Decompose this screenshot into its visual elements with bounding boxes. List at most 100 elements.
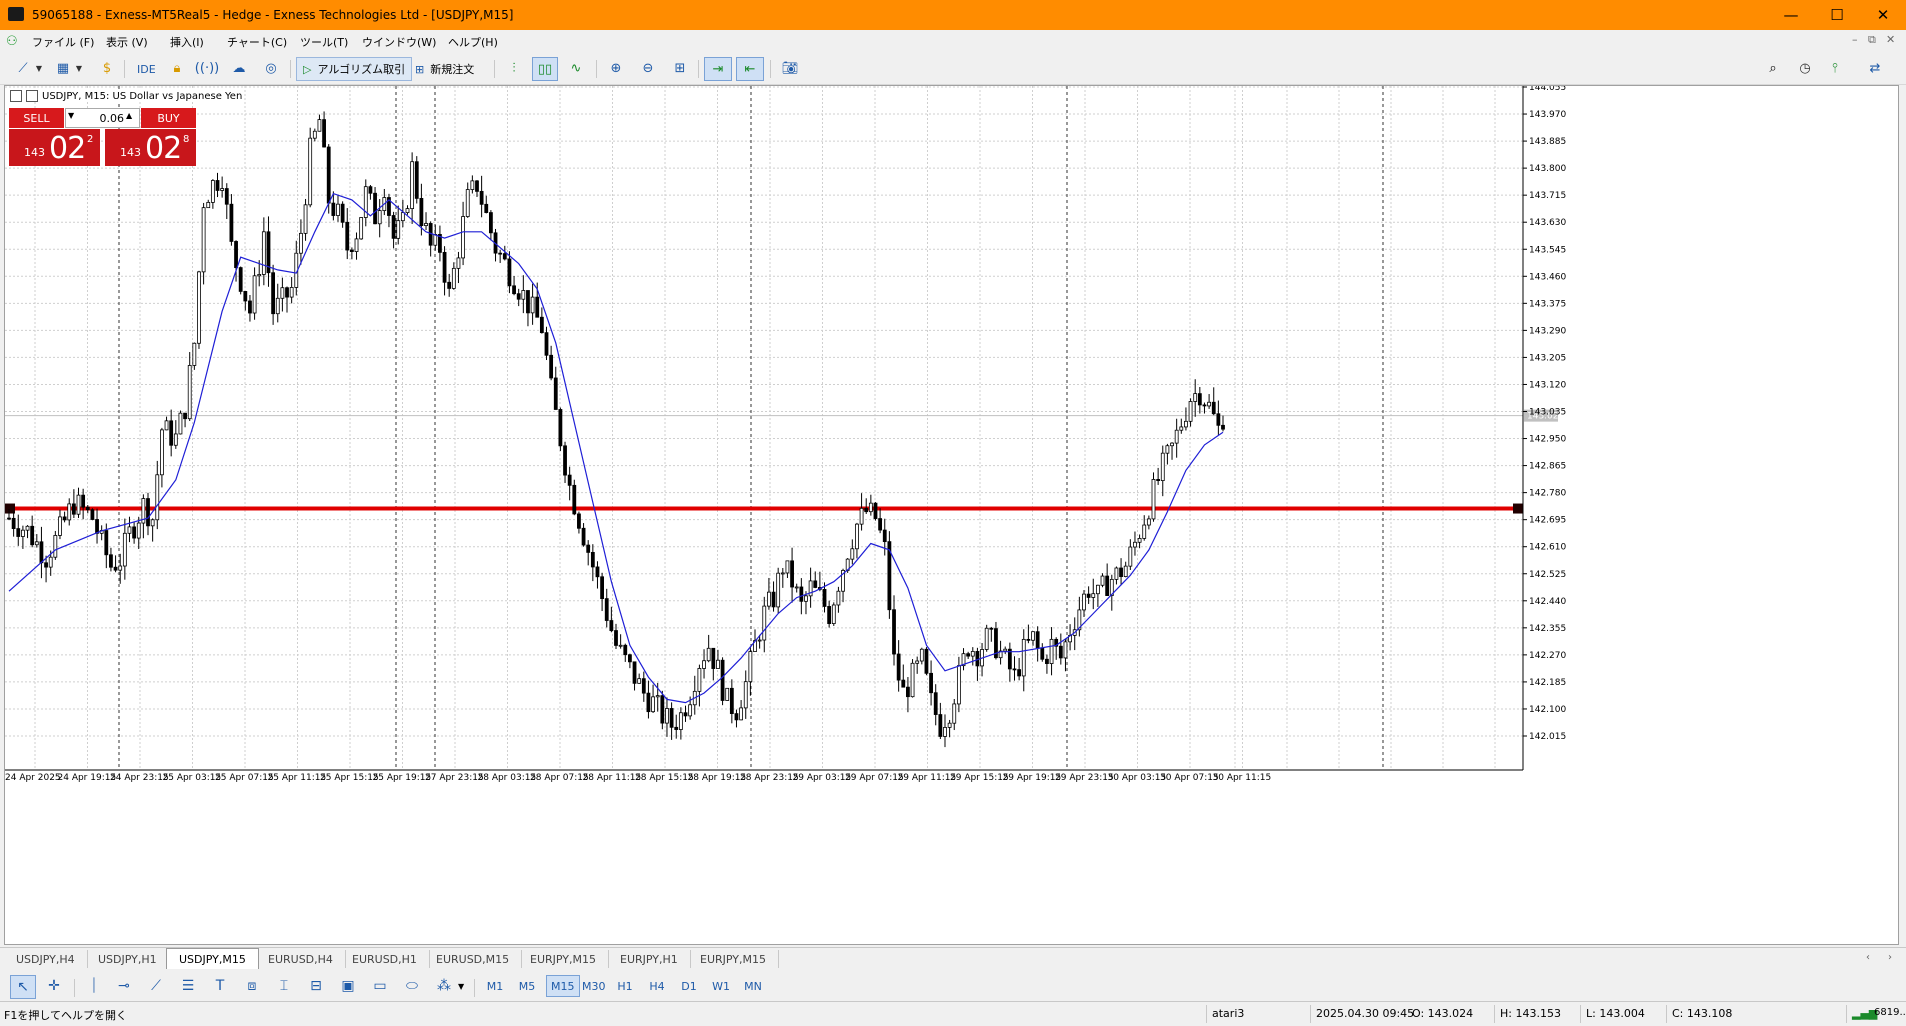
- candle-body: [498, 252, 503, 255]
- maximize-button[interactable]: ☐: [1814, 0, 1860, 30]
- chart-object-icon[interactable]: ▣: [336, 975, 360, 997]
- trendline-icon[interactable]: ⟋: [144, 975, 168, 997]
- mdi-minimize-button[interactable]: –: [1852, 33, 1858, 46]
- ide-button[interactable]: IDE: [130, 57, 163, 81]
- tab-eurusd-m15[interactable]: EURUSD,M15: [424, 950, 523, 968]
- timeframe-h1[interactable]: H1: [612, 975, 638, 997]
- menu-help[interactable]: ヘルプ(H): [448, 34, 498, 50]
- mdi-close-button[interactable]: ✕: [1886, 33, 1895, 46]
- chart-shift-icon[interactable]: ⇤: [736, 57, 764, 81]
- tab-eurjpy-h1[interactable]: EURJPY,H1: [608, 950, 691, 968]
- menu-tools[interactable]: ツール(T): [300, 34, 348, 50]
- cloud-icon[interactable]: ☁: [228, 57, 250, 79]
- close-button[interactable]: ✕: [1860, 0, 1906, 30]
- tab-usdjpy-m15[interactable]: USDJPY,M15: [166, 948, 259, 970]
- minimize-button[interactable]: —: [1768, 0, 1814, 30]
- menu-chart[interactable]: チャート(C): [227, 34, 287, 50]
- buy-button[interactable]: BUY: [141, 108, 196, 128]
- tab-eurjpy-m15-2[interactable]: EURJPY,M15: [688, 950, 779, 968]
- market-icon[interactable]: $: [96, 57, 118, 79]
- time-tick-label: 28 Apr 07:15: [530, 773, 589, 783]
- timeframe-mn[interactable]: MN: [740, 975, 766, 997]
- bar-chart-icon[interactable]: ⫶: [502, 57, 526, 79]
- candle-body: [1086, 593, 1091, 598]
- candle-body: [827, 606, 832, 624]
- tab-eurusd-h4[interactable]: EURUSD,H4: [256, 950, 346, 968]
- ok-object-icon[interactable]: ▭: [368, 975, 392, 997]
- menu-file[interactable]: ファイル (F): [32, 34, 94, 50]
- globe-icon[interactable]: ◎: [260, 57, 282, 79]
- zoom-in-icon[interactable]: ⊕: [604, 57, 628, 79]
- lot-size-field[interactable]: ▼ 0.06 ▲: [65, 108, 140, 128]
- menu-insert[interactable]: 挿入(I): [170, 34, 204, 50]
- chart-type-icon[interactable]: ⟋: [12, 57, 34, 79]
- connection-status[interactable]: 6819...: [1874, 1007, 1906, 1018]
- zoom-out-icon[interactable]: ⊖: [636, 57, 660, 79]
- candle-body: [465, 189, 470, 217]
- tab-scroll-left-icon[interactable]: ‹: [1866, 952, 1870, 963]
- signals-icon[interactable]: ((·)): [195, 57, 219, 79]
- timeframe-d1[interactable]: D1: [676, 975, 702, 997]
- chart-props-icon[interactable]: [10, 90, 22, 102]
- timeframe-m5[interactable]: M5: [514, 975, 540, 997]
- screenshot-icon[interactable]: 📷︎: [778, 57, 802, 79]
- candle-body: [368, 186, 373, 194]
- signal-strength-icon[interactable]: ⫯: [1824, 57, 1846, 79]
- crosshair-icon[interactable]: ✛: [42, 975, 66, 997]
- vertical-line-icon[interactable]: ⏐: [82, 975, 106, 997]
- tab-eurusd-h1[interactable]: EURUSD,H1: [340, 950, 430, 968]
- tab-scroll-right-icon[interactable]: ›: [1888, 952, 1892, 963]
- timeframe-m1[interactable]: M1: [482, 975, 508, 997]
- timeframe-m30[interactable]: M30: [578, 975, 610, 997]
- templates-icon[interactable]: ▦: [52, 57, 74, 79]
- candle-body: [1179, 426, 1184, 431]
- menu-window[interactable]: ウインドウ(W): [362, 34, 436, 50]
- arrows-icon[interactable]: ⁂: [432, 975, 456, 997]
- candle-body: [1165, 445, 1170, 454]
- lot-increment-icon[interactable]: ▲: [126, 111, 132, 120]
- chevron-down-icon[interactable]: ▼: [34, 57, 44, 79]
- profile-name[interactable]: atari3: [1212, 1007, 1244, 1020]
- lock-icon[interactable]: 🔒︎: [166, 57, 188, 79]
- timeframe-w1[interactable]: W1: [708, 975, 734, 997]
- candle-body: [952, 703, 957, 724]
- sell-button[interactable]: SELL: [9, 108, 64, 128]
- text-label-icon[interactable]: ⌶: [272, 975, 296, 997]
- timeframe-h4[interactable]: H4: [644, 975, 670, 997]
- time-tick-label: 29 Apr 23:15: [1055, 773, 1114, 783]
- candle-body: [391, 215, 396, 239]
- account-icon[interactable]: ⇄: [1860, 57, 1890, 79]
- chevron-down-icon[interactable]: ▼: [458, 982, 464, 991]
- candle-body: [530, 296, 535, 314]
- cursor-icon[interactable]: ↖: [10, 975, 36, 999]
- algo-trading-button[interactable]: ▷ アルゴリズム取引: [296, 57, 413, 81]
- lot-dropdown-icon[interactable]: ▼: [68, 111, 74, 120]
- auto-scroll-icon[interactable]: ⇥: [704, 57, 732, 81]
- tab-usdjpy-h4[interactable]: USDJPY,H4: [4, 950, 88, 968]
- tile-windows-icon[interactable]: ⊞: [668, 57, 692, 79]
- notifications-icon[interactable]: ◷: [1794, 57, 1816, 79]
- price-chart[interactable]: 143.022 144.055 143.970 143.885 143.800 143.…: [5, 86, 1898, 944]
- candle-body: [164, 420, 169, 431]
- mdi-restore-button[interactable]: ⧉: [1868, 33, 1876, 47]
- line-chart-icon[interactable]: ∿: [564, 57, 588, 79]
- new-order-button[interactable]: ⊞ 新規注文: [408, 57, 481, 81]
- tab-usdjpy-h1[interactable]: USDJPY,H1: [86, 950, 170, 968]
- timeframe-m15[interactable]: M15: [546, 975, 580, 997]
- text-icon[interactable]: T: [208, 975, 232, 997]
- candle-body: [326, 146, 331, 204]
- candlestick-icon[interactable]: ▯▯: [532, 57, 558, 81]
- chart-template-icon[interactable]: [26, 90, 38, 102]
- rectangle-icon[interactable]: ⧈: [240, 975, 264, 997]
- search-icon[interactable]: ⌕: [1762, 57, 1784, 79]
- fibonacci-icon[interactable]: ⊟: [304, 975, 328, 997]
- sell-price[interactable]: 143 02 2: [9, 129, 100, 166]
- chevron-down-icon[interactable]: ▼: [74, 57, 84, 79]
- menu-view[interactable]: 表示 (V): [106, 34, 148, 50]
- channel-icon[interactable]: ☰: [176, 975, 200, 997]
- tab-eurjpy-m15[interactable]: EURJPY,M15: [518, 950, 609, 968]
- horizontal-line-icon[interactable]: ⊸: [112, 975, 136, 997]
- shapes-icon[interactable]: ⬭: [400, 975, 424, 997]
- candle-body: [488, 212, 493, 234]
- buy-price[interactable]: 143 02 8: [105, 129, 196, 166]
